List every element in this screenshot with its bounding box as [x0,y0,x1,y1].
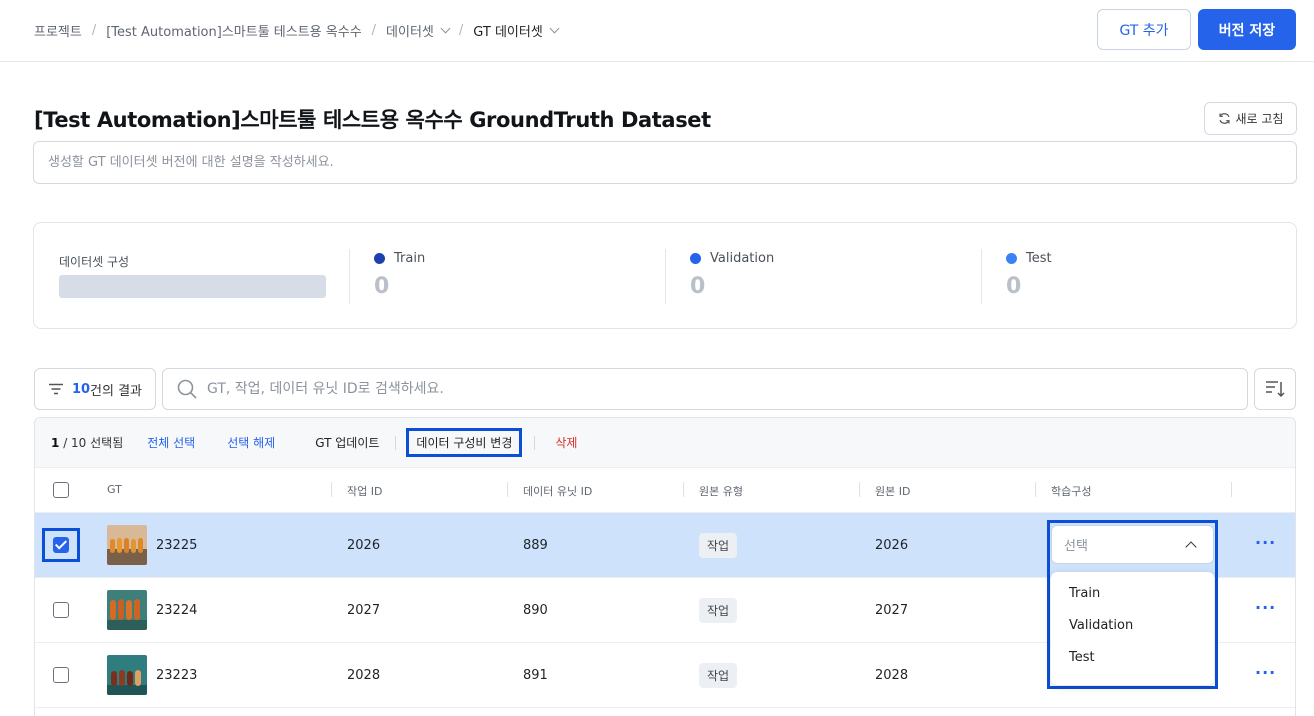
chevron-up-icon [1185,541,1197,553]
stat-test: Test 0 [1006,251,1052,299]
divider [981,249,982,304]
more-options-icon[interactable]: ··· [1255,598,1276,617]
chevron-down-icon [549,23,560,34]
column-header-source-id: 원본 ID [875,485,911,498]
training-set-menu: Train Validation Test [1051,572,1214,685]
save-version-button[interactable]: 버전 저장 [1198,9,1296,50]
stat-validation: Validation 0 [690,251,775,299]
description-input[interactable] [33,141,1297,184]
gt-id[interactable]: 23223 [156,668,197,683]
divider [349,249,350,304]
gt-thumbnail [107,590,147,630]
chevron-down-icon [440,23,451,34]
more-options-icon[interactable]: ··· [1255,533,1276,552]
search-input[interactable] [207,381,1207,397]
test-value: 0 [1006,274,1022,299]
unit-id: 889 [523,538,548,553]
delete-button[interactable]: 삭제 [555,434,577,451]
unit-id: 891 [523,668,548,683]
dataset-compose-label: 데이터셋 구성 [59,255,130,269]
source-id: 2026 [875,538,909,553]
sort-icon [1266,381,1285,398]
breadcrumb-separator: / [371,23,377,38]
source-id: 2028 [875,668,909,683]
breadcrumb-separator: / [458,23,464,38]
column-separator [331,482,332,497]
gt-update-button[interactable]: GT 업데이트 [315,434,379,451]
row-checkbox[interactable] [53,667,69,683]
table-header: GT 작업 ID 데이터 유닛 ID 원본 유형 원본 ID 학습구성 [35,468,1295,513]
breadcrumb-item-project[interactable]: 프로젝트 [34,21,82,40]
validation-value: 0 [690,274,706,299]
row-checkbox[interactable] [53,537,69,553]
column-header-gt: GT [107,483,122,496]
divider [665,249,666,304]
stat-train: Train 0 [374,251,426,299]
train-value: 0 [374,274,390,299]
change-ratio-button[interactable]: 데이터 구성비 변경 [406,428,523,457]
column-separator [859,482,860,497]
breadcrumb-item-project-name[interactable]: [Test Automation]스마트툴 테스트용 옥수수 [106,21,361,40]
column-header-task-id: 작업 ID [347,485,383,498]
column-separator [1231,482,1232,497]
column-header-training-set: 학습구성 [1051,485,1092,498]
source-type-badge: 작업 [699,663,738,688]
column-separator [1035,482,1036,497]
task-id: 2026 [347,538,381,553]
add-gt-button[interactable]: GT 추가 [1097,9,1191,50]
deselect-button[interactable]: 선택 해제 [227,434,275,451]
column-separator [507,482,508,497]
sort-button[interactable] [1254,368,1296,410]
divider [395,435,397,450]
gt-id[interactable]: 23225 [156,538,197,553]
breadcrumb-separator: / [91,23,97,38]
refresh-button[interactable]: 새로 고침 [1204,102,1297,135]
bulk-action-bar: 1 / 10 선택됨 전체 선택 선택 해제 GT 업데이트 데이터 구성비 변… [35,418,1295,468]
source-type-badge: 작업 [699,598,738,623]
dataset-stats-card: 데이터셋 구성 Train 0 Validation 0 Test 0 [33,222,1297,329]
unit-id: 890 [523,603,548,618]
source-type-badge: 작업 [699,533,738,558]
divider [534,435,536,450]
select-all-checkbox[interactable] [53,482,69,498]
option-test[interactable]: Test [1051,650,1214,682]
filter-button[interactable]: 10 건의 결과 [34,368,156,410]
search-icon [177,379,197,399]
selection-count: 1 / 10 선택됨 [51,436,124,450]
breadcrumb: 프로젝트 / [Test Automation]스마트툴 테스트용 옥수수 / … [34,21,560,40]
option-validation[interactable]: Validation [1051,618,1214,650]
column-separator [683,482,684,497]
breadcrumb-item-dataset[interactable]: 데이터셋 [386,21,451,40]
gt-thumbnail [107,525,147,565]
more-options-icon[interactable]: ··· [1255,663,1276,682]
source-id: 2027 [875,603,909,618]
column-header-unit-id: 데이터 유닛 ID [523,485,593,498]
page-title: [Test Automation]스마트툴 테스트용 옥수수 GroundTru… [34,108,711,132]
column-header-source-type: 원본 유형 [699,485,743,498]
test-dot-icon [1006,253,1017,264]
gt-id[interactable]: 23224 [156,603,197,618]
row-checkbox[interactable] [53,602,69,618]
dataset-compose-bar [59,275,326,298]
train-dot-icon [374,253,385,264]
task-id: 2027 [347,603,381,618]
gt-thumbnail [107,655,147,695]
refresh-icon [1218,113,1230,124]
validation-dot-icon [690,253,701,264]
search-box [162,368,1248,410]
option-train[interactable]: Train [1051,586,1214,618]
breadcrumb-item-gt-dataset[interactable]: GT 데이터셋 [473,21,560,40]
select-all-button[interactable]: 전체 선택 [147,434,195,451]
filter-icon [48,383,63,395]
top-bar: 프로젝트 / [Test Automation]스마트툴 테스트용 옥수수 / … [0,0,1314,62]
task-id: 2028 [347,668,381,683]
training-set-select[interactable]: 선택 [1051,525,1214,564]
result-count: 10 [71,381,91,397]
